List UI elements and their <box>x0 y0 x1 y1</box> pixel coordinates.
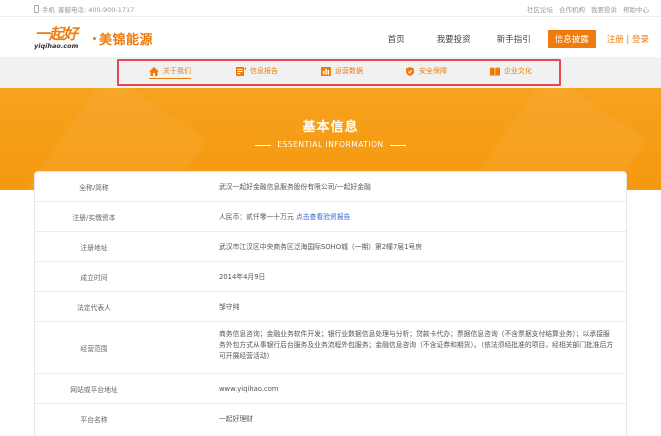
header: 一起好 yiqihao.com 美锦能源 首页 我要投资 新手指引 信息披露 注… <box>0 17 661 57</box>
main-nav: 首页 我要投资 新手指引 信息披露 注册 | 登录 <box>388 30 649 48</box>
logo-brand: 美锦能源 <box>99 32 154 48</box>
info-row: 成立时间 2014年4月9日 <box>35 262 626 292</box>
top-links: 社区论坛 合作机构 我要投诉 帮助中心 <box>527 4 649 14</box>
banner-title: 基本信息 <box>302 120 359 135</box>
info-value: 武汉市江汉区中央商务区泛海国际SOHO城（一期）第2幢7层1号房 <box>219 243 423 251</box>
phone-icon <box>34 5 39 13</box>
info-value[interactable]: www.yiqihao.com <box>219 384 614 395</box>
info-value: 2014年4月9日 <box>219 273 266 281</box>
subnav-reports[interactable]: 信息报告 <box>236 66 278 76</box>
info-row: 注册地址 武汉市江汉区中央商务区泛海国际SOHO城（一期）第2幢7层1号房 <box>35 232 626 262</box>
top-link-forum[interactable]: 社区论坛 <box>527 4 553 14</box>
info-row: 法定代表人 邹守纯 <box>35 292 626 322</box>
info-label: 网站或平台地址 <box>70 386 118 394</box>
info-value: 商务信息咨询；金融业务软件开发；银行业数据信息处理与分析；贷款卡代办；票据信息咨… <box>219 330 614 360</box>
banner-subtitle: ESSENTIAL INFORMATION <box>0 140 661 149</box>
top-link-complaint[interactable]: 我要投诉 <box>591 4 617 14</box>
logo-mark: 一起好 yiqihao.com <box>33 25 91 51</box>
info-row: 注册/实缴资本 人民币：贰仟零一十万元 点击查看验资报告 <box>35 202 626 232</box>
subnav-security-label: 安全保障 <box>419 67 447 75</box>
info-label: 全称/简称 <box>79 184 109 192</box>
info-row: 全称/简称 武汉一起好金融信息服务股份有限公司/一起好金融 <box>35 172 626 202</box>
subnav-operations-label: 运营数据 <box>335 67 363 75</box>
info-label: 经营范围 <box>80 345 108 353</box>
subnav-culture-label: 企业文化 <box>504 67 532 75</box>
subnav-operations[interactable]: 运营数据 <box>321 66 363 76</box>
nav-disclosure-button[interactable]: 信息披露 <box>547 30 596 48</box>
info-value: 人民币：贰仟零一十万元 点击查看验资报告 <box>219 212 614 223</box>
subnav-security[interactable]: 安全保障 <box>405 66 447 76</box>
top-link-help[interactable]: 帮助中心 <box>623 4 649 14</box>
nav-guide[interactable]: 新手指引 <box>497 33 531 45</box>
capital-report-link[interactable]: 点击查看验资报告 <box>296 213 350 221</box>
top-link-partners[interactable]: 合作机构 <box>559 4 585 14</box>
document-icon <box>236 66 246 76</box>
info-row: 网站或平台地址 www.yiqihao.com <box>35 374 626 404</box>
hotline-text: 客服电话: 400-900-1717 <box>58 6 135 14</box>
logo-cn: 一起好 <box>35 25 78 43</box>
sub-nav: 关于我们 信息报告 运营数据 安全保障 企业文化 <box>0 57 661 88</box>
info-value: 一起好理财 <box>219 415 253 423</box>
nav-invest[interactable]: 我要投资 <box>437 33 471 45</box>
info-label: 平台名称 <box>80 416 108 424</box>
book-icon <box>490 66 500 76</box>
register-login-link[interactable]: 注册 | 登录 <box>607 33 649 45</box>
logo-en: yiqihao.com <box>34 42 79 50</box>
subnav-culture[interactable]: 企业文化 <box>490 66 532 76</box>
info-label: 注册地址 <box>80 244 108 252</box>
capital-text: 人民币：贰仟零一十万元 <box>219 213 294 221</box>
info-value: 武汉一起好金融信息服务股份有限公司/一起好金融 <box>219 183 371 191</box>
subnav-reports-label: 信息报告 <box>250 67 278 75</box>
info-label: 注册/实缴资本 <box>72 214 116 222</box>
mobile-label[interactable]: 手机 <box>42 4 55 14</box>
info-label: 法定代表人 <box>77 304 111 312</box>
bar-chart-icon <box>321 66 331 76</box>
info-card: 全称/简称 武汉一起好金融信息服务股份有限公司/一起好金融 注册/实缴资本 人民… <box>34 171 627 436</box>
shield-icon <box>406 66 414 76</box>
info-value: 邹守纯 <box>219 303 240 311</box>
top-bar: 手机 客服电话: 400-900-1717 社区论坛 合作机构 我要投诉 帮助中… <box>0 0 661 17</box>
nav-home[interactable]: 首页 <box>388 33 405 45</box>
subnav-about-label: 关于我们 <box>163 67 191 75</box>
info-label: 成立时间 <box>80 274 108 282</box>
logo-dot <box>93 36 96 40</box>
logo[interactable]: 一起好 yiqihao.com 美锦能源 <box>33 25 153 51</box>
info-row: 经营范围 商务信息咨询；金融业务软件开发；银行业数据信息处理与分析；贷款卡代办；… <box>35 322 626 374</box>
hotline-area: 手机 客服电话: 400-900-1717 <box>34 4 134 14</box>
subnav-about[interactable]: 关于我们 <box>149 66 191 79</box>
home-icon <box>149 66 159 76</box>
info-row: 平台名称 一起好理财 <box>35 404 626 434</box>
